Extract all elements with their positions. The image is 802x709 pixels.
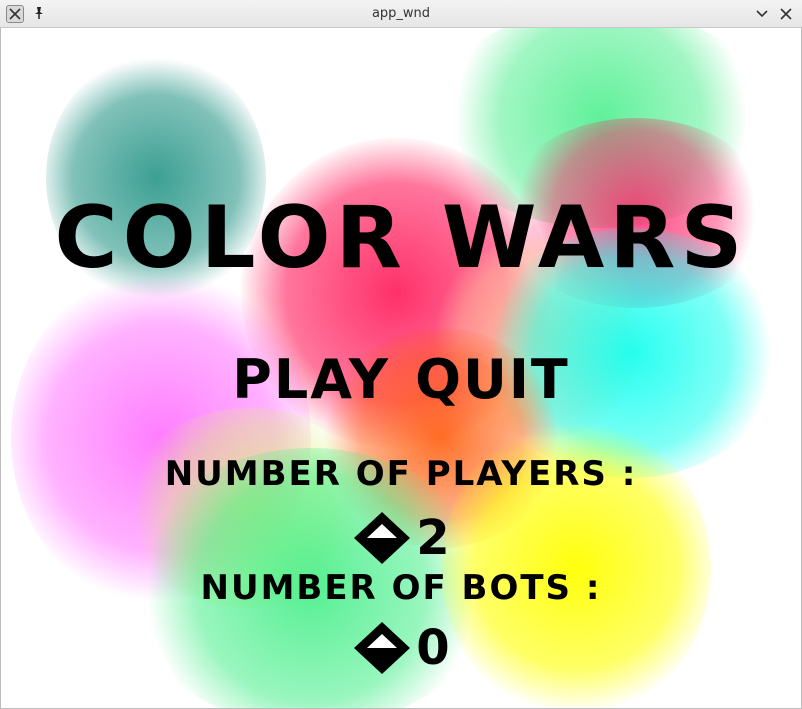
bots-value: 0 [416,620,450,676]
quit-button[interactable]: QUIT [415,348,570,411]
players-label: NUMBER OF PLAYERS : [164,454,638,494]
bots-label: NUMBER OF BOTS : [200,568,602,608]
main-menu: PLAY QUIT [1,348,801,411]
game-title: COLOR WARS [54,188,748,288]
up-down-arrows-icon[interactable] [352,510,412,566]
chevron-down-icon[interactable] [752,4,772,24]
players-stepper[interactable] [352,510,412,566]
up-down-arrows-icon[interactable] [352,620,412,676]
close-icon[interactable] [776,4,796,24]
bots-control: 0 [1,620,801,676]
window-titlebar: app_wnd [0,0,802,28]
players-value: 2 [416,510,450,566]
window-title: app_wnd [371,6,431,21]
game-canvas: COLOR WARS PLAY QUIT NUMBER OF PLAYERS :… [1,28,801,708]
bots-stepper[interactable] [352,620,412,676]
players-control: 2 [1,510,801,566]
play-button[interactable]: PLAY [232,348,390,411]
